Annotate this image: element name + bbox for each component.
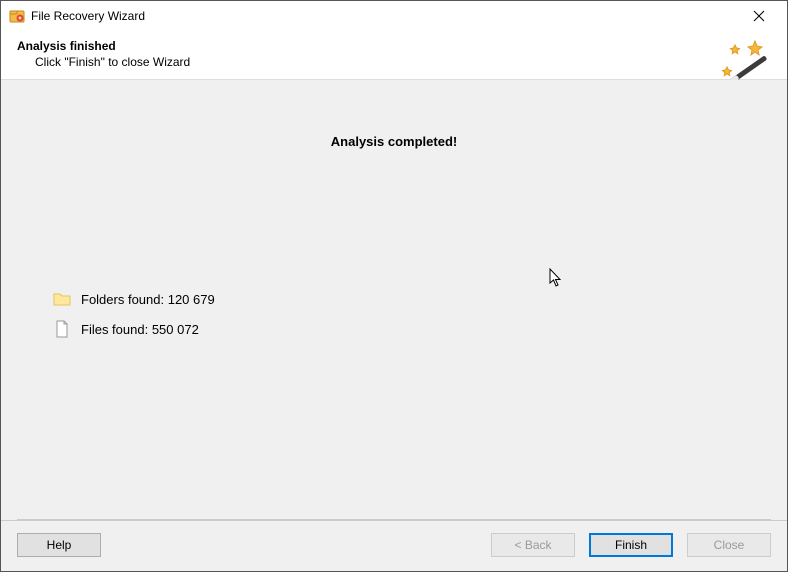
result-folders-label: Folders found: 120 679 [81, 292, 215, 307]
close-button: Close [687, 533, 771, 557]
app-icon [9, 8, 25, 24]
header-title: Analysis finished [17, 39, 771, 53]
window-title: File Recovery Wizard [31, 9, 145, 23]
wizard-footer: Help < Back Finish Close [1, 520, 787, 571]
file-icon [53, 320, 71, 338]
folder-icon [53, 290, 71, 308]
results-list: Folders found: 120 679 Files found: 550 … [53, 290, 215, 350]
result-files-label: Files found: 550 072 [81, 322, 199, 337]
header-subtitle: Click "Finish" to close Wizard [35, 55, 771, 69]
wizard-content: Analysis completed! Folders found: 120 6… [1, 80, 787, 520]
back-button: < Back [491, 533, 575, 557]
titlebar: File Recovery Wizard [1, 1, 787, 31]
mouse-cursor-icon [549, 268, 563, 288]
result-files: Files found: 550 072 [53, 320, 215, 338]
result-folders: Folders found: 120 679 [53, 290, 215, 308]
finish-button[interactable]: Finish [589, 533, 673, 557]
window-close-button[interactable] [739, 2, 779, 30]
wizard-header: Analysis finished Click "Finish" to clos… [1, 31, 787, 80]
analysis-completed-label: Analysis completed! [1, 80, 787, 149]
help-button[interactable]: Help [17, 533, 101, 557]
